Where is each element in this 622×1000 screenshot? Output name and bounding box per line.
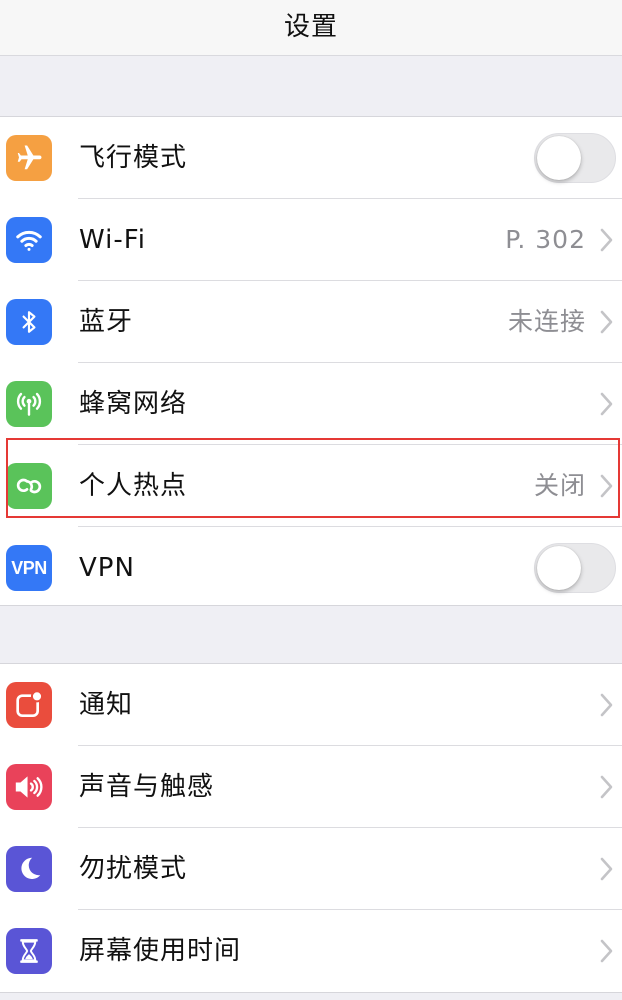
toggle-knob [537, 136, 581, 180]
chevron-right-icon [600, 857, 613, 881]
row-label: 屏幕使用时间 [79, 936, 242, 966]
settings-group-notifications: 通知 声音与触感 勿扰模式 屏幕使用时间 [0, 663, 622, 993]
moon-icon [6, 846, 52, 892]
bluetooth-status-value: 未连接 [507, 307, 586, 336]
chevron-right-icon [600, 693, 613, 717]
cellular-antenna-icon [6, 381, 52, 427]
settings-screen: 设置 飞行模式 Wi-Fi P. 302 蓝牙 未连接 蜂窝网络 个人热点 关闭… [0, 0, 622, 1000]
airplane-icon [6, 135, 52, 181]
settings-row-airplane-mode[interactable]: 飞行模式 [0, 117, 622, 199]
speaker-icon [6, 764, 52, 810]
settings-row-vpn[interactable]: VPN VPN [0, 527, 622, 609]
page-title: 设置 [283, 12, 338, 42]
chevron-right-icon [600, 939, 613, 963]
row-label: 蜂窝网络 [79, 389, 188, 419]
chevron-right-icon [600, 775, 613, 799]
row-label: 蓝牙 [79, 307, 134, 337]
chevron-right-icon [600, 392, 613, 416]
settings-row-bluetooth[interactable]: 蓝牙 未连接 [0, 281, 622, 363]
row-label: 声音与触感 [79, 772, 215, 802]
row-label: VPN [79, 553, 135, 583]
settings-row-do-not-disturb[interactable]: 勿扰模式 [0, 828, 622, 910]
row-label: 勿扰模式 [79, 854, 188, 884]
settings-row-sounds-haptics[interactable]: 声音与触感 [0, 746, 622, 828]
vpn-icon-text: VPN [11, 557, 47, 578]
settings-row-cellular[interactable]: 蜂窝网络 [0, 363, 622, 445]
hotspot-status-value: 关闭 [533, 471, 586, 500]
notifications-icon [6, 682, 52, 728]
airplane-mode-toggle[interactable] [534, 133, 616, 183]
bluetooth-icon [6, 299, 52, 345]
vpn-icon: VPN [6, 545, 52, 591]
wifi-icon [6, 217, 52, 263]
navigation-bar: 设置 [0, 0, 622, 56]
settings-row-personal-hotspot[interactable]: 个人热点 关闭 [0, 445, 622, 527]
chevron-right-icon [600, 228, 613, 252]
hotspot-link-icon [6, 463, 52, 509]
row-label: 通知 [79, 690, 134, 720]
row-label: Wi-Fi [79, 225, 147, 255]
chevron-right-icon [600, 474, 613, 498]
vpn-toggle[interactable] [534, 543, 616, 593]
row-label: 个人热点 [79, 471, 188, 501]
row-label: 飞行模式 [79, 143, 188, 173]
settings-row-wifi[interactable]: Wi-Fi P. 302 [0, 199, 622, 281]
wifi-network-value: P. 302 [505, 225, 586, 254]
settings-row-notifications[interactable]: 通知 [0, 664, 622, 746]
chevron-right-icon [600, 310, 613, 334]
toggle-knob [537, 546, 581, 590]
hourglass-icon [6, 928, 52, 974]
settings-row-screen-time[interactable]: 屏幕使用时间 [0, 910, 622, 992]
settings-group-connectivity: 飞行模式 Wi-Fi P. 302 蓝牙 未连接 蜂窝网络 个人热点 关闭 VP… [0, 116, 622, 606]
